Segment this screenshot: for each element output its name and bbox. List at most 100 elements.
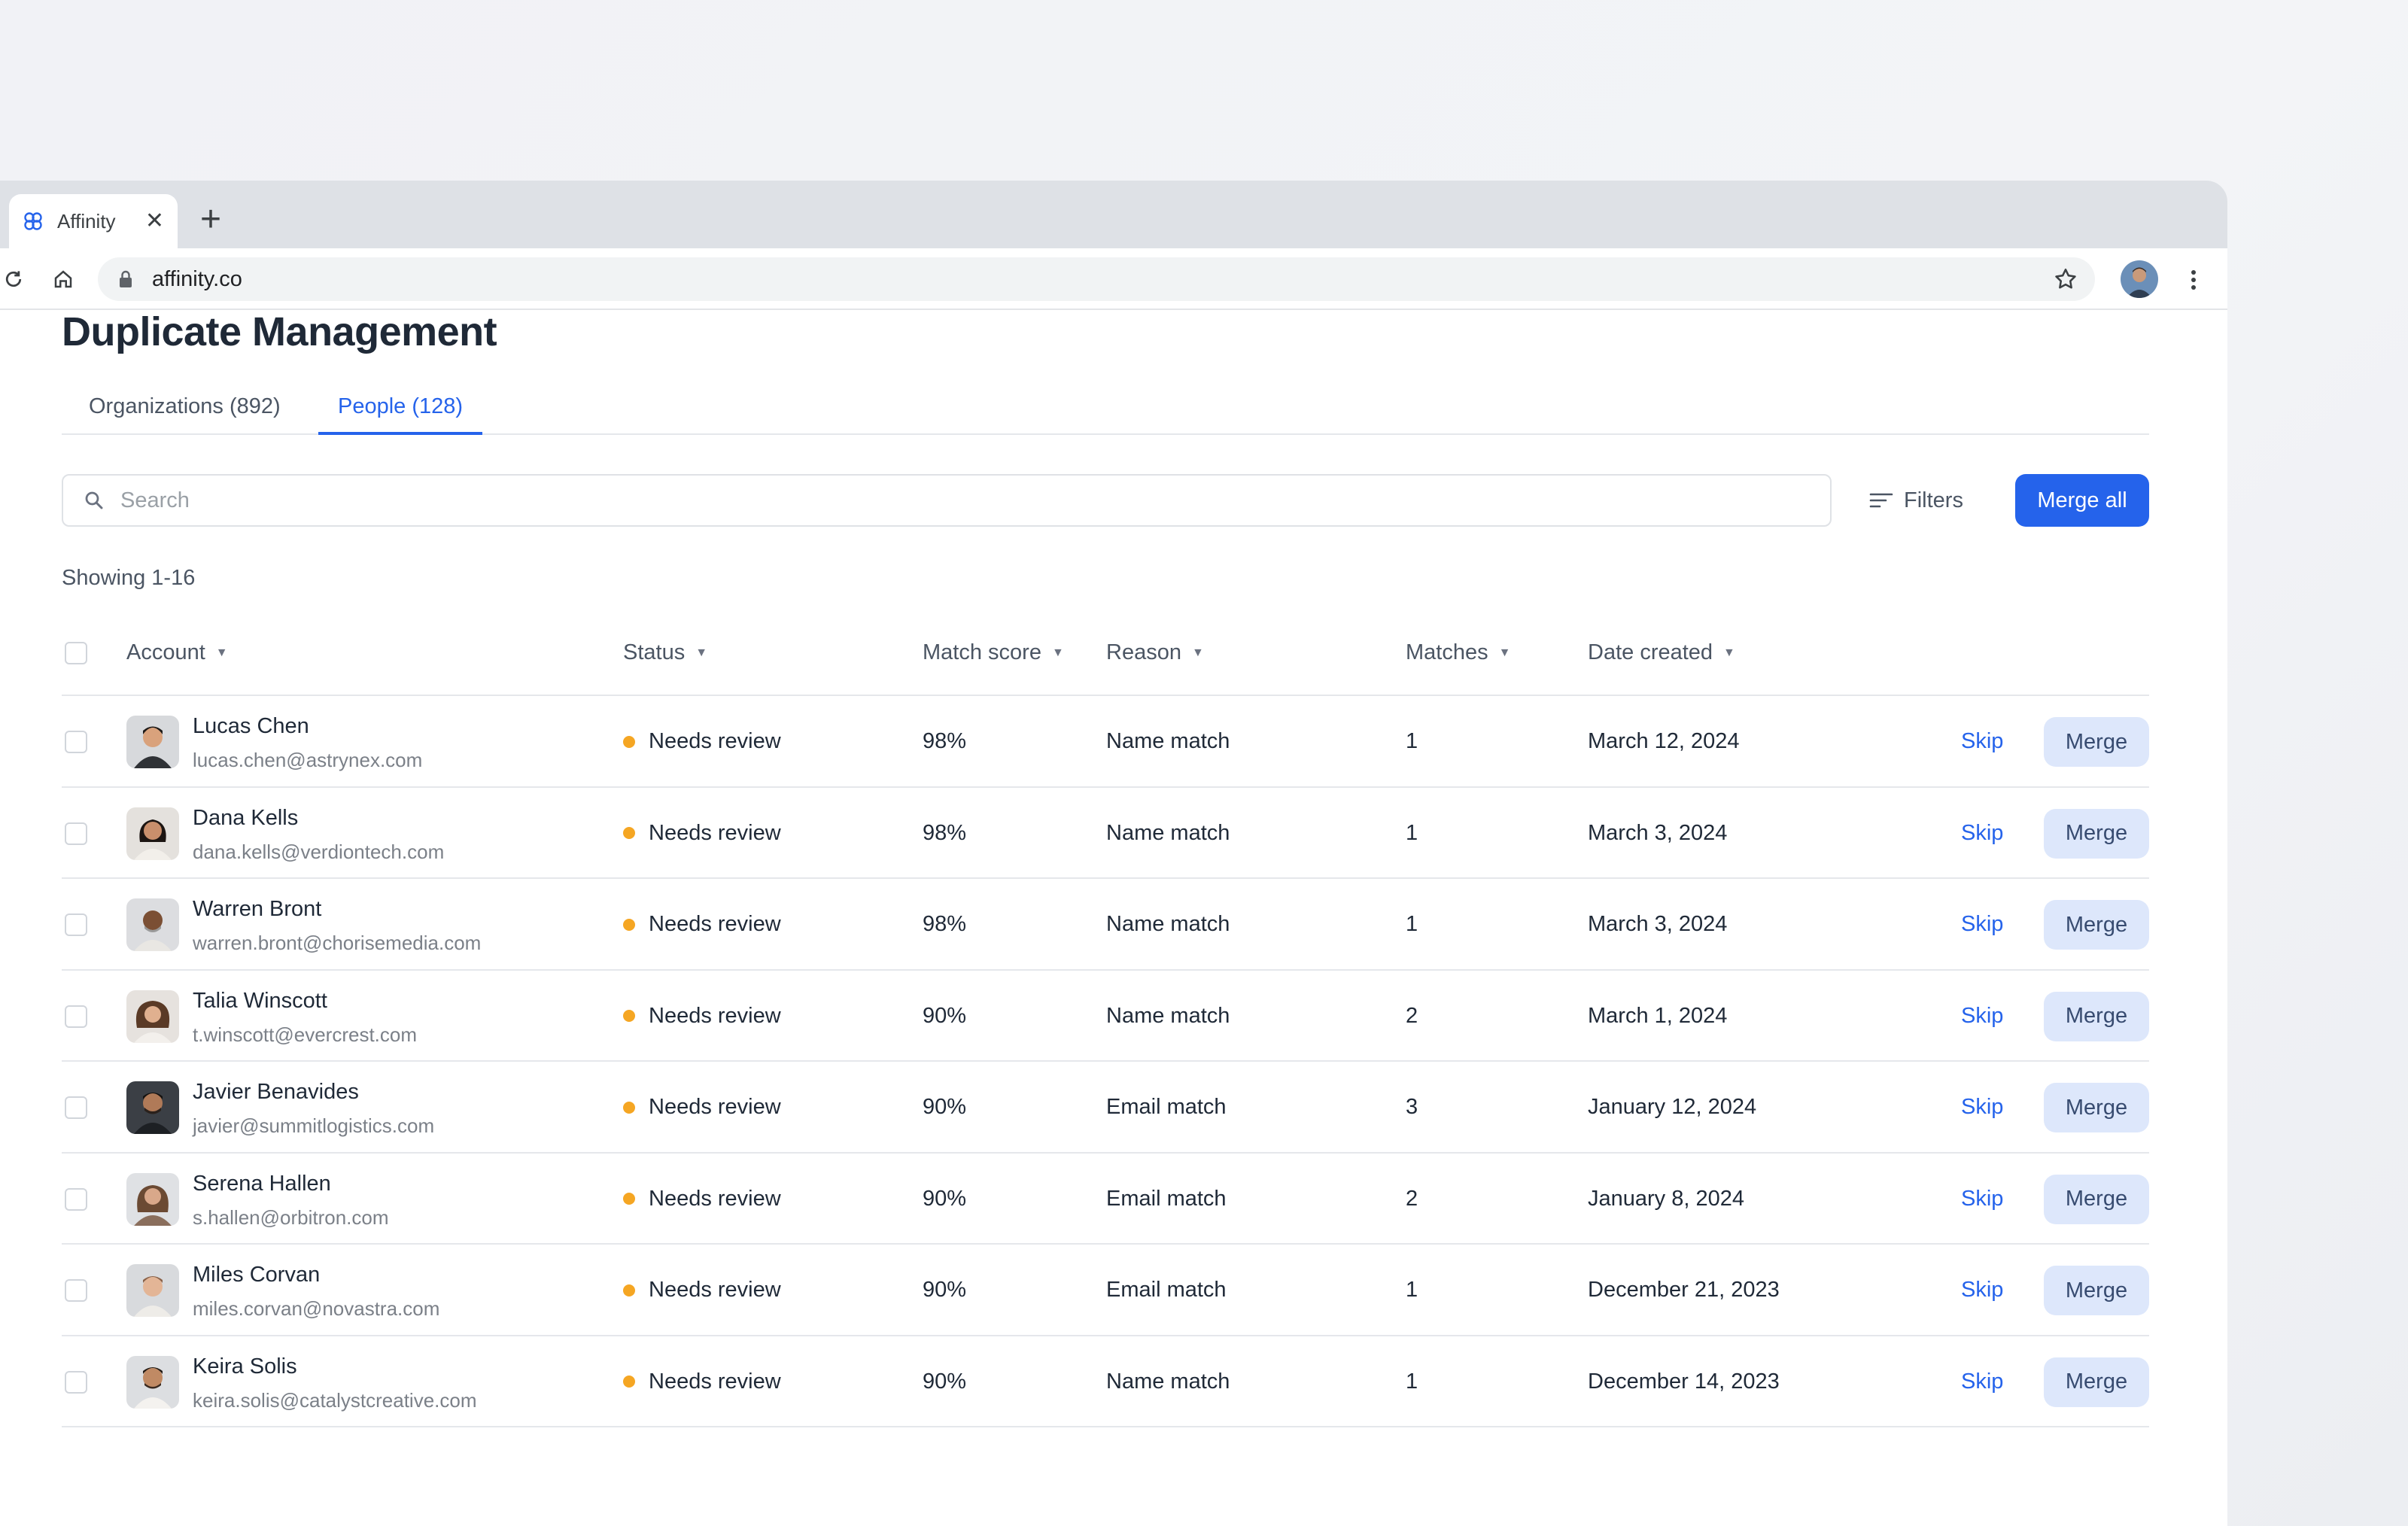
home-icon[interactable]	[50, 266, 77, 293]
table-row[interactable]: Miles Corvan miles.corvan@novastra.com N…	[62, 1245, 2149, 1336]
account-name: Serena Hallen	[193, 1171, 331, 1196]
column-header-reason[interactable]: Reason ▼	[1106, 640, 1204, 665]
skip-button[interactable]: Skip	[1961, 1187, 2003, 1211]
profile-avatar[interactable]	[2121, 260, 2158, 298]
account-name: Warren Bront	[193, 897, 322, 921]
affinity-logo-icon	[24, 212, 42, 230]
column-header-account[interactable]: Account ▼	[126, 640, 228, 665]
search-icon	[85, 491, 103, 509]
account-email: warren.bront@chorisemedia.com	[193, 932, 482, 954]
merge-button[interactable]: Merge	[2044, 1174, 2149, 1224]
row-checkbox[interactable]	[65, 1187, 87, 1211]
filters-button[interactable]: Filters	[1869, 474, 1963, 527]
table-header: Account ▼ Status ▼ Match score ▼ Reason ▼ Ma…	[62, 613, 2149, 696]
tab-title: Affinity	[57, 209, 116, 233]
avatar	[126, 716, 179, 768]
status-dot-icon	[623, 1010, 635, 1022]
address-bar[interactable]: affinity.co	[98, 257, 2095, 301]
table-row[interactable]: Warren Bront warren.bront@chorisemedia.c…	[62, 879, 2149, 971]
status-dot-icon	[623, 1284, 635, 1296]
table-row[interactable]: Javier Benavides javier@summitlogistics.…	[62, 1062, 2149, 1154]
page-tabs: Organizations (892) People (128)	[62, 390, 2149, 435]
bookmark-star-icon[interactable]	[2053, 266, 2078, 292]
match-reason: Name match	[1106, 820, 1230, 845]
avatar	[126, 989, 179, 1043]
row-checkbox[interactable]	[65, 822, 87, 845]
status-badge: Needs review	[623, 1004, 781, 1029]
status-badge: Needs review	[623, 1278, 781, 1303]
status-badge: Needs review	[623, 1369, 781, 1394]
avatar	[126, 1081, 179, 1134]
column-header-match-score[interactable]: Match score ▼	[923, 640, 1064, 665]
skip-button[interactable]: Skip	[1961, 821, 2003, 846]
sort-caret-icon: ▼	[695, 646, 708, 659]
skip-button[interactable]: Skip	[1961, 1369, 2003, 1394]
tab-people[interactable]: People (128)	[318, 390, 483, 435]
page-title: Duplicate Management	[62, 309, 497, 354]
column-header-matches[interactable]: Matches ▼	[1406, 640, 1510, 665]
merge-button[interactable]: Merge	[2044, 900, 2149, 950]
match-count: 1	[1406, 1278, 1418, 1302]
table-row[interactable]: Keira Solis keira.solis@catalystcreative…	[62, 1336, 2149, 1427]
skip-button[interactable]: Skip	[1961, 1095, 2003, 1120]
lock-icon	[120, 270, 132, 287]
status-badge: Needs review	[623, 821, 781, 846]
table-row[interactable]: Serena Hallen s.hallen@orbitron.com Need…	[62, 1154, 2149, 1245]
sort-caret-icon: ▼	[1191, 646, 1204, 659]
date-created: December 14, 2023	[1588, 1369, 1780, 1394]
row-checkbox[interactable]	[65, 1279, 87, 1302]
status-badge: Needs review	[623, 1095, 781, 1120]
status-dot-icon	[623, 827, 635, 839]
table-row[interactable]: Dana Kells dana.kells@verdiontech.com Ne…	[62, 788, 2149, 879]
merge-button[interactable]: Merge	[2044, 808, 2149, 859]
avatar	[126, 1264, 179, 1317]
row-checkbox[interactable]	[65, 913, 87, 936]
date-created: March 3, 2024	[1588, 912, 1728, 936]
sort-caret-icon: ▼	[1051, 646, 1064, 659]
account-email: s.hallen@orbitron.com	[193, 1205, 389, 1229]
column-header-status[interactable]: Status ▼	[623, 640, 707, 665]
match-reason: Name match	[1106, 1003, 1230, 1028]
sort-caret-icon: ▼	[1723, 646, 1735, 659]
match-score: 90%	[923, 1003, 967, 1028]
merge-all-button[interactable]: Merge all	[2015, 474, 2149, 527]
match-reason: Email match	[1106, 1186, 1227, 1211]
merge-button[interactable]: Merge	[2044, 1083, 2149, 1132]
table-row[interactable]: Lucas Chen lucas.chen@astrynex.com Needs…	[62, 696, 2149, 788]
skip-button[interactable]: Skip	[1961, 1004, 2003, 1029]
skip-button[interactable]: Skip	[1961, 1278, 2003, 1303]
match-count: 3	[1406, 1095, 1418, 1119]
row-checkbox[interactable]	[65, 1096, 87, 1119]
merge-button[interactable]: Merge	[2044, 717, 2149, 767]
avatar	[126, 807, 179, 860]
sort-caret-icon: ▼	[1498, 646, 1511, 659]
account-name: Lucas Chen	[193, 714, 309, 738]
row-checkbox[interactable]	[65, 1370, 87, 1394]
reload-icon[interactable]	[0, 266, 27, 293]
row-checkbox[interactable]	[65, 731, 87, 753]
skip-button[interactable]: Skip	[1961, 729, 2003, 754]
account-name: Talia Winscott	[193, 988, 327, 1013]
merge-button[interactable]: Merge	[2044, 1266, 2149, 1315]
match-reason: Name match	[1106, 1369, 1230, 1394]
skip-button[interactable]: Skip	[1961, 912, 2003, 937]
tab-organizations[interactable]: Organizations (892)	[89, 390, 281, 435]
column-header-date-created[interactable]: Date created ▼	[1588, 640, 1735, 665]
merge-button[interactable]: Merge	[2044, 1357, 2149, 1407]
select-all-checkbox[interactable]	[65, 642, 87, 664]
row-checkbox[interactable]	[65, 1005, 87, 1028]
match-count: 1	[1406, 729, 1418, 753]
browser-tab[interactable]: Affinity ✕	[9, 194, 178, 248]
new-tab-icon[interactable]: +	[200, 202, 221, 238]
table-row[interactable]: Talia Winscott t.winscott@evercrest.com …	[62, 971, 2149, 1062]
search-input[interactable]	[120, 488, 1776, 513]
close-icon[interactable]: ✕	[145, 210, 164, 233]
match-score: 98%	[923, 912, 967, 936]
account-name: Keira Solis	[193, 1354, 297, 1379]
merge-button[interactable]: Merge	[2044, 991, 2149, 1041]
filters-label: Filters	[1904, 488, 1963, 512]
more-menu-icon[interactable]	[2182, 266, 2205, 293]
account-name: Miles Corvan	[193, 1263, 321, 1287]
match-count: 1	[1406, 820, 1418, 845]
account-email: dana.kells@verdiontech.com	[193, 840, 445, 863]
